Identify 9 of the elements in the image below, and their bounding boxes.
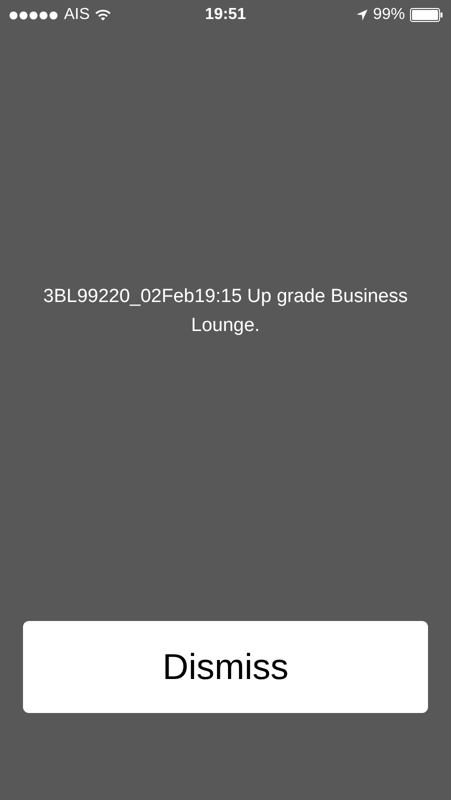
dismiss-button[interactable]: Dismiss xyxy=(23,621,428,713)
battery-icon xyxy=(410,8,443,22)
signal-icon xyxy=(9,10,59,20)
wifi-icon xyxy=(94,9,111,21)
alert-message: 3BL99220_02Feb19:15 Up grade Business Lounge. xyxy=(42,285,409,338)
battery-percentage: 99% xyxy=(372,6,405,24)
clock-time: 19:51 xyxy=(205,6,246,24)
location-arrow-icon xyxy=(356,9,368,21)
carrier-name: AIS xyxy=(64,6,90,24)
